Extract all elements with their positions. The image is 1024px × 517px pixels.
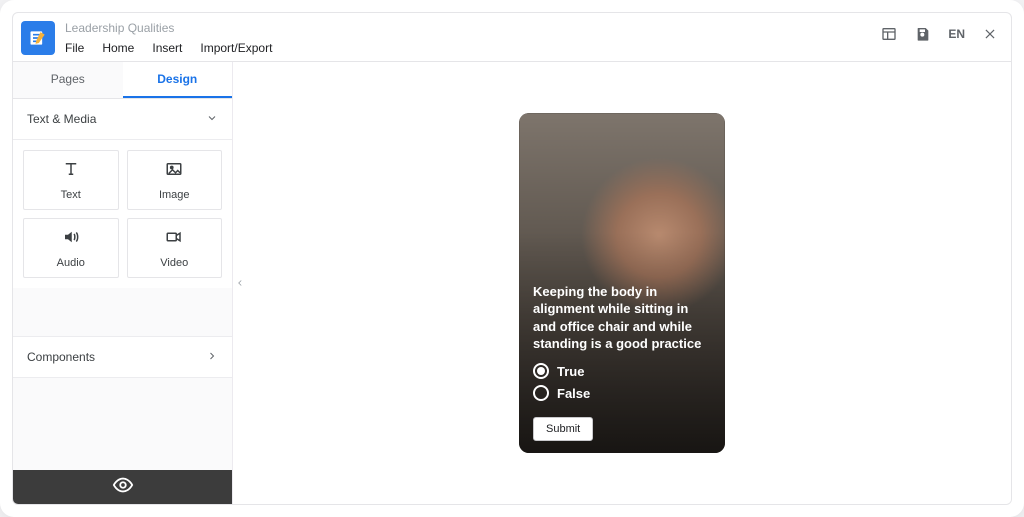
close-icon[interactable] xyxy=(981,25,999,43)
video-icon xyxy=(163,228,185,251)
card-audio-label: Audio xyxy=(57,257,85,269)
preview-button[interactable] xyxy=(13,470,232,504)
phone-preview[interactable]: Keeping the body in alignment while sitt… xyxy=(519,113,725,453)
window-frame: Leadership Qualities File Home Insert Im… xyxy=(0,0,1024,517)
submit-button[interactable]: Submit xyxy=(533,417,593,441)
card-text[interactable]: Text xyxy=(23,150,119,210)
header-left: Leadership Qualities File Home Insert Im… xyxy=(21,19,272,55)
menu-home[interactable]: Home xyxy=(102,41,134,55)
chevron-right-icon xyxy=(206,349,218,365)
eye-icon xyxy=(112,474,134,501)
sidebar-tabs: Pages Design xyxy=(13,62,232,99)
sidebar: Pages Design Text & Media Text xyxy=(13,62,233,504)
app-header: Leadership Qualities File Home Insert Im… xyxy=(13,13,1011,55)
card-video-label: Video xyxy=(160,257,188,269)
collapse-sidebar-handle[interactable] xyxy=(233,263,247,303)
title-and-menu: Leadership Qualities File Home Insert Im… xyxy=(65,19,272,55)
card-text-label: Text xyxy=(61,189,81,201)
radio-unselected-icon xyxy=(533,385,549,401)
language-switch[interactable]: EN xyxy=(948,27,965,41)
phone-content: Keeping the body in alignment while sitt… xyxy=(519,283,725,453)
audio-icon xyxy=(60,228,82,251)
card-video[interactable]: Video xyxy=(127,218,223,278)
card-image[interactable]: Image xyxy=(127,150,223,210)
section-text-media-label: Text & Media xyxy=(27,112,96,126)
tab-pages[interactable]: Pages xyxy=(13,62,123,98)
image-icon xyxy=(163,160,185,183)
media-grid: Text Image Audio Video xyxy=(13,140,232,288)
canvas-area: Keeping the body in alignment while sitt… xyxy=(233,62,1011,504)
option-true[interactable]: True xyxy=(533,363,711,379)
save-icon[interactable] xyxy=(914,25,932,43)
app-logo-icon xyxy=(21,21,55,55)
menu-import-export[interactable]: Import/Export xyxy=(200,41,272,55)
tab-design[interactable]: Design xyxy=(123,62,233,98)
sidebar-spacer xyxy=(13,378,232,470)
menu-insert[interactable]: Insert xyxy=(152,41,182,55)
option-true-label: True xyxy=(557,364,584,379)
text-icon xyxy=(60,160,82,183)
menu-file[interactable]: File xyxy=(65,41,84,55)
section-text-media[interactable]: Text & Media xyxy=(13,99,232,140)
header-right: EN xyxy=(880,19,999,43)
section-components-label: Components xyxy=(27,350,95,364)
section-components[interactable]: Components xyxy=(13,336,232,378)
question-text[interactable]: Keeping the body in alignment while sitt… xyxy=(533,283,711,353)
card-image-label: Image xyxy=(159,189,190,201)
chevron-down-icon xyxy=(206,111,218,127)
document-title: Leadership Qualities xyxy=(65,19,272,35)
option-false[interactable]: False xyxy=(533,385,711,401)
layout-icon[interactable] xyxy=(880,25,898,43)
card-audio[interactable]: Audio xyxy=(23,218,119,278)
option-false-label: False xyxy=(557,386,590,401)
radio-selected-icon xyxy=(533,363,549,379)
app-body: Pages Design Text & Media Text xyxy=(13,62,1011,504)
app-window: Leadership Qualities File Home Insert Im… xyxy=(12,12,1012,505)
menu-bar: File Home Insert Import/Export xyxy=(65,37,272,55)
